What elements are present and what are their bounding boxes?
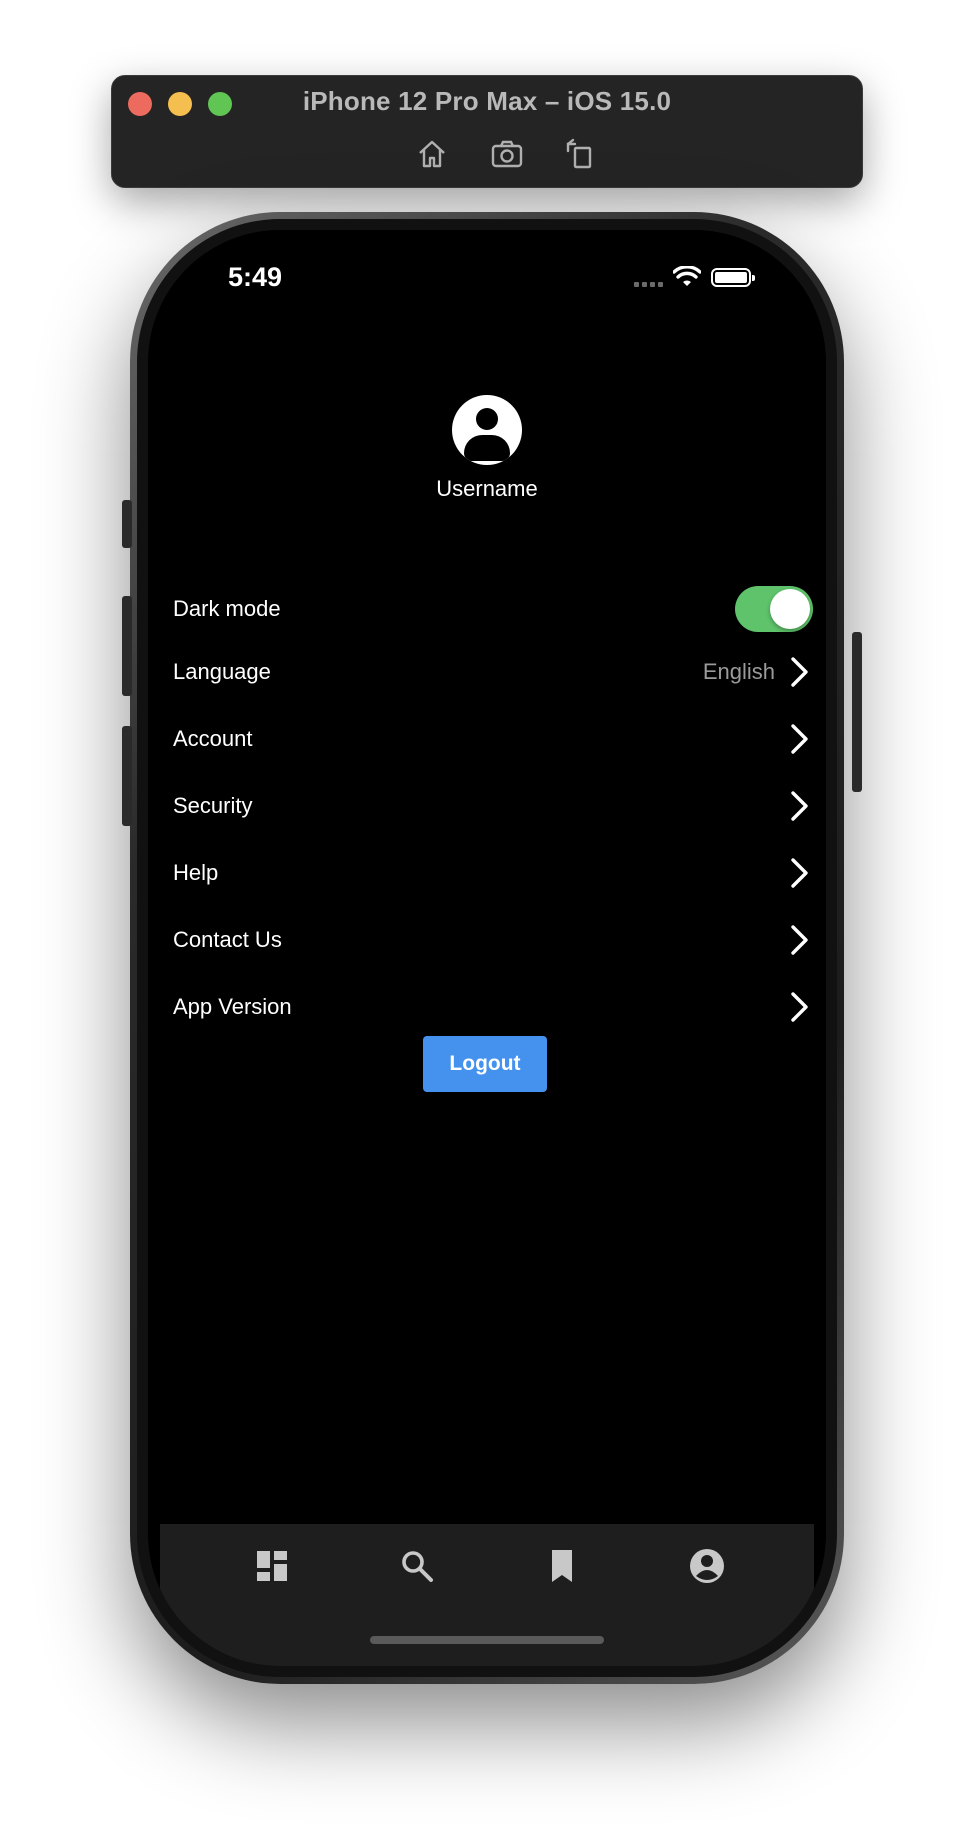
logout-button[interactable]: Logout — [423, 1036, 547, 1092]
cellular-signal-icon — [634, 267, 663, 287]
screenshot-icon[interactable] — [490, 137, 524, 171]
settings-row-contact-us[interactable]: Contact Us — [173, 910, 813, 970]
status-icons — [634, 266, 755, 288]
settings-row-app-version[interactable]: App Version — [173, 977, 813, 1037]
bookmark-icon[interactable] — [542, 1546, 582, 1586]
chevron-right-icon — [791, 724, 808, 754]
wifi-icon — [673, 266, 701, 288]
settings-row-help[interactable]: Help — [173, 843, 813, 903]
rotate-icon[interactable] — [563, 137, 597, 171]
dark-mode-label: Dark mode — [173, 596, 281, 621]
app-version-label: App Version — [173, 994, 292, 1019]
avatar-icon[interactable] — [452, 395, 522, 465]
mute-switch — [122, 500, 132, 548]
volume-down-button — [122, 726, 132, 826]
language-value: English — [702, 659, 775, 684]
simulator-title: iPhone 12 Pro Max – iOS 15.0 — [302, 86, 672, 116]
battery-icon — [711, 267, 755, 287]
home-icon[interactable] — [415, 137, 449, 171]
username-label: Username — [436, 476, 538, 501]
phone-screen: 5:49 Username Dark mode Language English… — [148, 230, 826, 1666]
search-icon[interactable] — [397, 1546, 437, 1586]
power-button — [852, 632, 862, 792]
chevron-right-icon — [791, 657, 808, 687]
settings-row-dark-mode: Dark mode — [173, 579, 813, 639]
bottom-tab-bar — [160, 1524, 814, 1666]
contact-us-label: Contact Us — [173, 927, 282, 952]
simulator-window: iPhone 12 Pro Max – iOS 15.0 5:49 Userna… — [0, 0, 974, 1838]
chevron-right-icon — [791, 791, 808, 821]
security-label: Security — [173, 793, 253, 818]
volume-up-button — [122, 596, 132, 696]
settings-row-language[interactable]: Language English — [173, 642, 813, 702]
dark-mode-toggle[interactable] — [735, 586, 813, 632]
home-indicator[interactable] — [370, 1636, 604, 1644]
chevron-right-icon — [791, 992, 808, 1022]
chevron-right-icon — [791, 925, 808, 955]
settings-row-account[interactable]: Account — [173, 709, 813, 769]
dashboard-icon[interactable] — [252, 1546, 292, 1586]
status-time: 5:49 — [228, 262, 283, 292]
account-circle-icon[interactable] — [687, 1546, 727, 1586]
language-label: Language — [173, 659, 271, 684]
chevron-right-icon — [791, 858, 808, 888]
help-label: Help — [173, 860, 219, 885]
settings-row-security[interactable]: Security — [173, 776, 813, 836]
account-label: Account — [173, 726, 253, 751]
